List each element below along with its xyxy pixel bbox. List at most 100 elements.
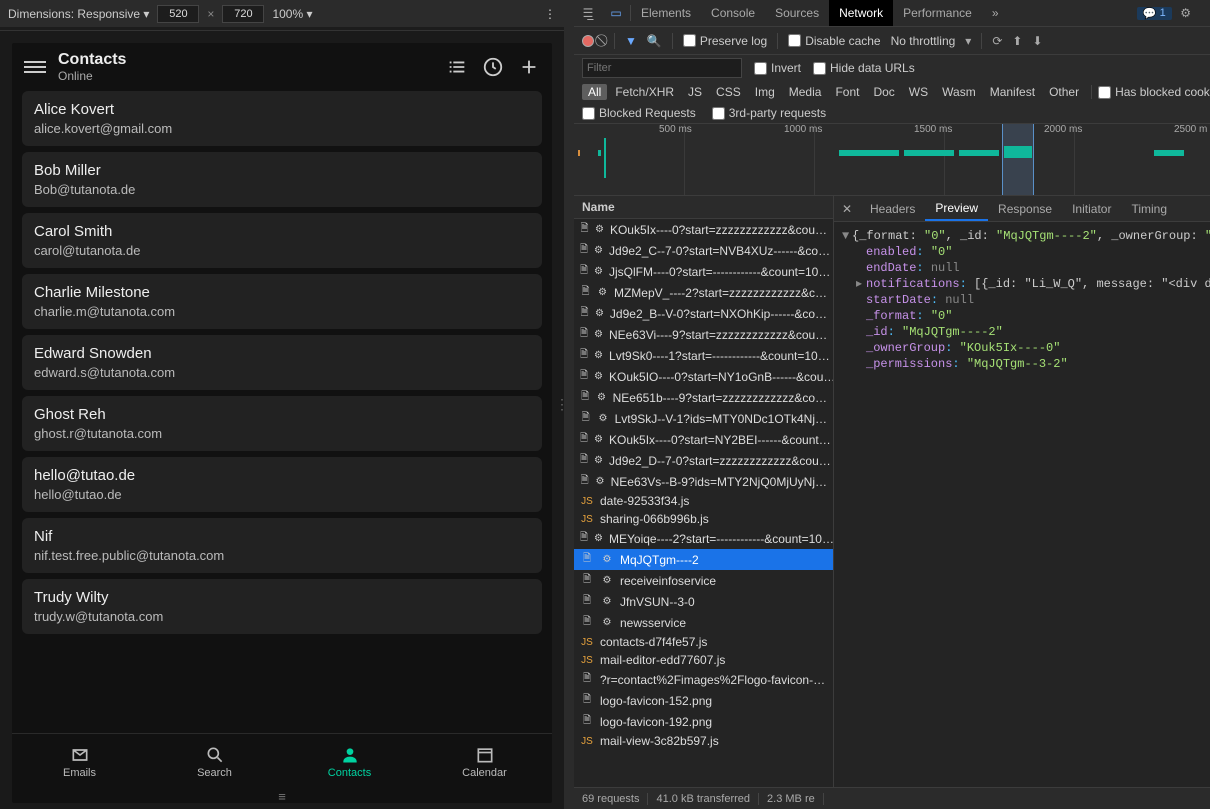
blocked-cookies-checkbox[interactable]: Has blocked cookies [1098,85,1210,99]
type-filter-doc[interactable]: Doc [867,84,900,100]
disable-cache-checkbox[interactable]: Disable cache [788,34,880,48]
request-row[interactable]: 🗎⚙Lvt9SkJ--V-1?ids=MTY0NDc1OTk4Nj… [574,408,833,429]
type-filter-media[interactable]: Media [783,84,828,100]
request-row[interactable]: 🗎⚙NEe63Vs--B-9?ids=MTY2NjQ0MjUyNj… [574,471,833,492]
nav-search[interactable]: Search [147,734,282,789]
network-timeline[interactable]: 500 ms 1000 ms 1500 ms 2000 ms 2500 m [574,124,1210,196]
hide-data-urls-checkbox[interactable]: Hide data URLs [813,61,915,75]
add-icon[interactable] [518,56,540,78]
progress-icon[interactable] [482,56,504,78]
type-filter-other[interactable]: Other [1043,84,1085,100]
inspect-icon[interactable]: ☰̲ [574,6,602,20]
network-conditions-icon[interactable]: ⟳ [992,34,1002,48]
request-row[interactable]: JSsharing-066b996b.js [574,510,833,528]
request-row[interactable]: 🗎⚙Jd9e2_C--7-0?start=NVB4XUz------&co… [574,240,833,261]
nav-calendar[interactable]: Calendar [417,734,552,789]
more-icon[interactable]: ⋮ [544,7,556,21]
tab-console[interactable]: Console [701,0,765,26]
detail-tab-response[interactable]: Response [988,196,1062,221]
width-input[interactable] [157,5,199,23]
height-input[interactable] [222,5,264,23]
tab-performance[interactable]: Performance [893,0,982,26]
request-row[interactable]: 🗎⚙Jd9e2_B--V-0?start=NXOhKip------&co… [574,303,833,324]
contact-card[interactable]: Alice Kovertalice.kovert@gmail.com [22,91,542,146]
request-row[interactable]: JSdate-92533f34.js [574,492,833,510]
type-filter-wasm[interactable]: Wasm [936,84,982,100]
nav-emails[interactable]: Emails [12,734,147,789]
type-filter-img[interactable]: Img [749,84,781,100]
tab-elements[interactable]: Elements [631,0,701,26]
settings-icon[interactable]: ⚙ [1172,6,1200,20]
dimensions-dropdown[interactable]: Dimensions: Responsive ▾ [8,7,149,21]
list-icon[interactable] [446,56,468,78]
third-party-checkbox[interactable]: 3rd-party requests [712,106,826,120]
invert-checkbox[interactable]: Invert [754,61,801,75]
tab-sources[interactable]: Sources [765,0,829,26]
request-row[interactable]: 🗎⚙Lvt9Sk0----1?start=------------&count=… [574,345,833,366]
search-icon[interactable]: 🔍 [647,34,662,48]
detail-tab-headers[interactable]: Headers [860,196,925,221]
detail-tab-preview[interactable]: Preview [925,196,988,221]
type-filter-fetchxhr[interactable]: Fetch/XHR [609,84,680,100]
request-row[interactable]: 🗎logo-favicon-192.png [574,711,833,732]
nav-contacts[interactable]: Contacts [282,734,417,789]
contact-card[interactable]: Ghost Rehghost.r@tutanota.com [22,396,542,451]
request-row[interactable]: 🗎logo-favicon-152.png [574,690,833,711]
request-row[interactable]: 🗎⚙NEe651b----9?start=zzzzzzzzzzzz&co… [574,387,833,408]
type-filter-css[interactable]: CSS [710,84,747,100]
contact-card[interactable]: Charlie Milestonecharlie.m@tutanota.com [22,274,542,329]
request-row[interactable]: 🗎⚙Jd9e2_D--7-0?start=zzzzzzzzzzzz&cou… [574,450,833,471]
blocked-requests-checkbox[interactable]: Blocked Requests [582,106,696,120]
contacts-list[interactable]: Alice Kovertalice.kovert@gmail.com Bob Mi… [12,91,552,733]
type-filter-ws[interactable]: WS [903,84,934,100]
name-column-header[interactable]: Name [574,196,833,219]
request-row[interactable]: JSmail-editor-edd77607.js [574,651,833,669]
issues-badge[interactable]: 💬1 [1137,7,1172,20]
request-row[interactable]: 🗎?r=contact%2Fimages%2Flogo-favicon-… [574,669,833,690]
throttling-dropdown[interactable]: No throttling [891,34,956,48]
request-row[interactable]: 🗎⚙KOuk5IO----0?start=NY1oGnB------&cou… [574,366,833,387]
request-row[interactable]: 🗎⚙receiveinfoservice [574,570,833,591]
contact-card[interactable]: Carol Smithcarol@tutanota.de [22,213,542,268]
detail-tab-initiator[interactable]: Initiator [1062,196,1121,221]
zoom-dropdown[interactable]: 100% ▾ [272,7,312,21]
detail-tab-timing[interactable]: Timing [1121,196,1177,221]
type-filter-js[interactable]: JS [682,84,708,100]
request-row[interactable]: 🗎⚙MZMepV_----2?start=zzzzzzzzzzzz&c… [574,282,833,303]
request-row[interactable]: JSmail-view-3c82b597.js [574,732,833,750]
contact-card[interactable]: Bob MillerBob@tutanota.de [22,152,542,207]
filter-icon[interactable]: ▼ [625,34,637,48]
type-filter-all[interactable]: All [582,84,607,100]
hamburger-icon[interactable] [24,56,46,78]
request-row[interactable]: 🗎⚙MqJQTgm----2 [574,549,833,570]
record-button[interactable] [582,35,594,47]
contact-card[interactable]: hello@tutao.dehello@tutao.de [22,457,542,512]
request-row[interactable]: 🗎⚙newsservice [574,612,833,633]
type-filter-font[interactable]: Font [829,84,865,100]
kebab-icon[interactable]: ⋮ [1200,6,1210,20]
request-row[interactable]: 🗎⚙NEe63Vi----9?start=zzzzzzzzzzzz&cou… [574,324,833,345]
request-row[interactable]: 🗎⚙KOuk5Ix----0?start=NY2BEI------&count… [574,429,833,450]
contact-card[interactable]: Edward Snowdenedward.s@tutanota.com [22,335,542,390]
pane-splitter[interactable]: ⋮⋮ [564,0,574,809]
export-har-icon[interactable]: ⬇ [1032,34,1042,48]
tabs-overflow[interactable]: » [982,0,1009,26]
drag-handle-icon[interactable]: ≡ [12,789,552,803]
contact-card[interactable]: Nifnif.test.free.public@tutanota.com [22,518,542,573]
device-toggle-icon[interactable]: ▭ [602,6,630,20]
preserve-log-checkbox[interactable]: Preserve log [683,34,767,48]
request-row[interactable]: 🗎⚙MEYoiqe----2?start=------------&count=… [574,528,833,549]
close-detail-icon[interactable]: ✕ [834,202,860,216]
type-filter-manifest[interactable]: Manifest [984,84,1041,100]
request-list[interactable]: 🗎⚙KOuk5Ix----0?start=zzzzzzzzzzzz&cou…🗎⚙… [574,219,833,787]
contact-card[interactable]: Trudy Wiltytrudy.w@tutanota.com [22,579,542,634]
preview-body[interactable]: ▼{_format: "0", _id: "MqJQTgm----2", _ow… [834,222,1210,787]
tab-network[interactable]: Network [829,0,893,26]
request-row[interactable]: 🗎⚙JjsQlFM----0?start=------------&count=… [574,261,833,282]
request-row[interactable]: 🗎⚙JfnVSUN--3-0 [574,591,833,612]
throttling-caret-icon[interactable]: ▾ [965,34,971,48]
request-row[interactable]: JScontacts-d7f4fe57.js [574,633,833,651]
import-har-icon[interactable]: ⬆ [1012,34,1022,48]
request-row[interactable]: 🗎⚙KOuk5Ix----0?start=zzzzzzzzzzzz&cou… [574,219,833,240]
filter-input[interactable] [582,58,742,78]
